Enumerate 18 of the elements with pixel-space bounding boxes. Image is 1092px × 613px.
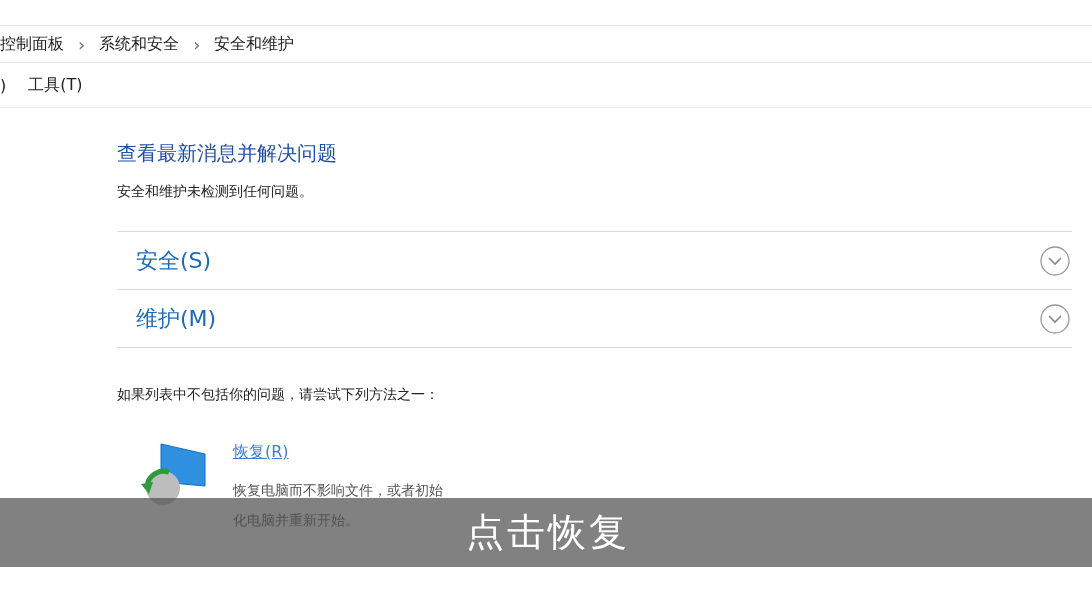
subtitle-text: 点击恢复 (465, 509, 630, 556)
breadcrumb-item[interactable]: 控制面板 (0, 33, 64, 55)
hint-text: 如果列表中不包括你的问题，请尝试下列方法之一： (117, 386, 440, 404)
section-header[interactable]: 安全(S) (117, 232, 1072, 290)
breadcrumb-separator: › (193, 33, 201, 55)
menu-item[interactable]: 工具(T) (28, 74, 83, 96)
recovery-link[interactable]: 恢复(R) (233, 442, 289, 461)
menu-item[interactable]: ) (0, 75, 7, 95)
section-label: 维护(M) (136, 304, 217, 333)
chevron-icon[interactable] (1040, 303, 1070, 334)
chevron-icon[interactable] (1040, 245, 1070, 276)
status-text: 安全和维护未检测到任何问题。 (117, 183, 314, 201)
breadcrumb-item[interactable]: 安全和维护 (214, 33, 295, 55)
breadcrumb-separator: › (78, 33, 86, 55)
section-header[interactable]: 维护(M) (117, 290, 1072, 348)
page-heading: 查看最新消息并解决问题 (117, 140, 338, 167)
breadcrumb-item[interactable]: 系统和安全 (99, 33, 180, 55)
section-label: 安全(S) (136, 246, 212, 275)
